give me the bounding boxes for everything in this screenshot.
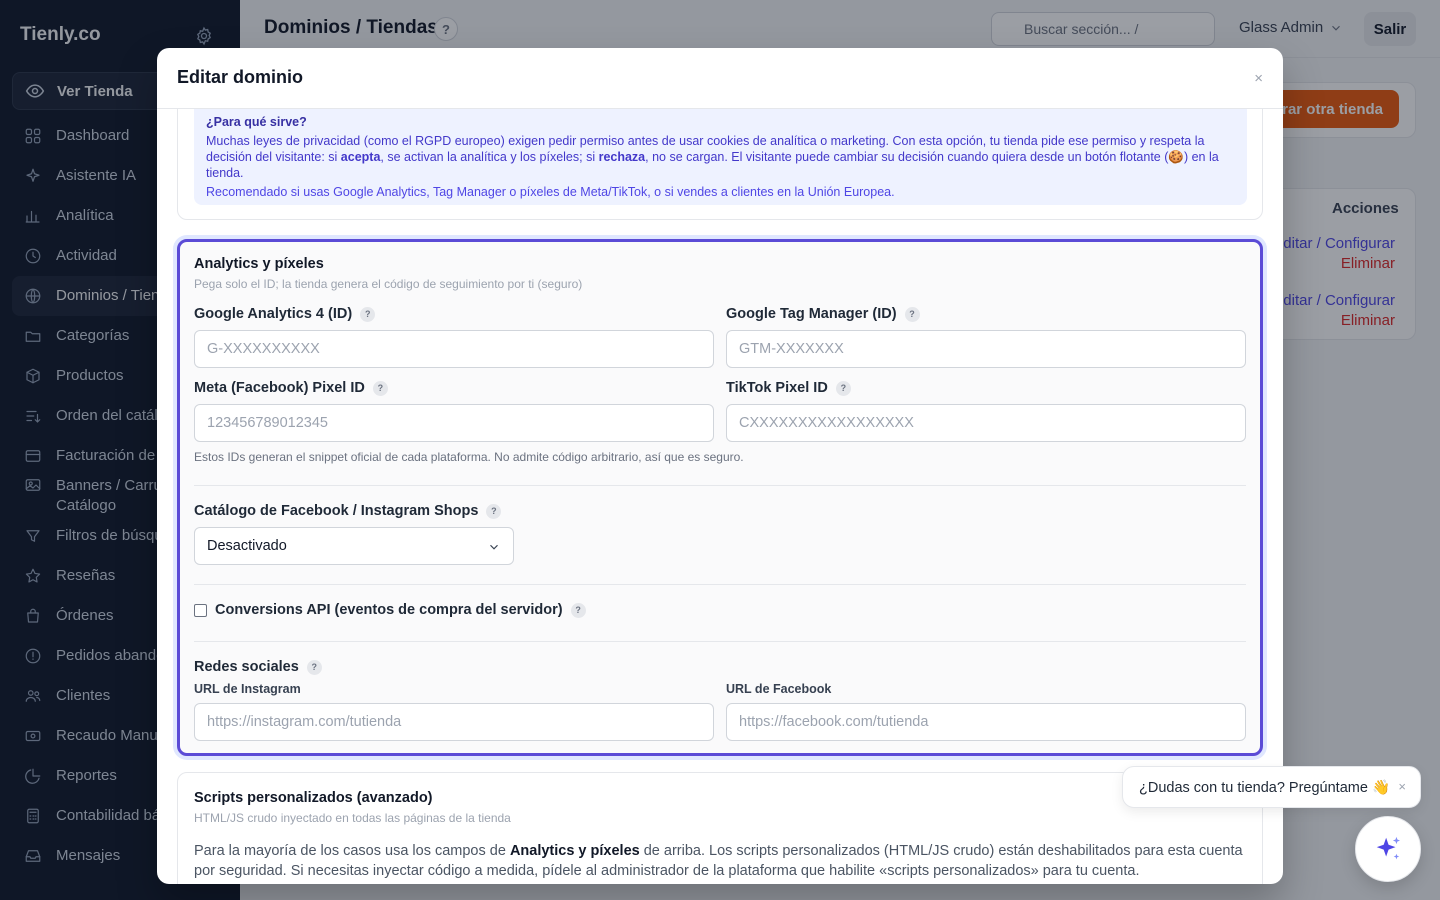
consent-recommendation: Recomendado si usas Google Analytics, Ta… (206, 185, 895, 199)
consent-question: ¿Para qué sirve? (206, 115, 307, 129)
scripts-title: Scripts personalizados (avanzado) (194, 790, 433, 806)
catalog-select-value: Desactivado (207, 538, 287, 554)
analytics-card: Analytics y píxeles Pega solo el ID; la … (177, 239, 1263, 756)
consent-description: Muchas leyes de privacidad (como el RGPD… (206, 134, 1219, 180)
sparkle-icon (1376, 836, 1400, 860)
consent-info-box: ¿Para qué sirve? Muchas leyes de privaci… (194, 109, 1247, 205)
ga4-input[interactable]: G-XXXXXXXXXX (194, 330, 714, 368)
divider (194, 584, 1246, 585)
analytics-title: Analytics y píxeles (194, 256, 324, 272)
help-icon[interactable]: ? (904, 306, 920, 322)
modal-title: Editar dominio (177, 67, 303, 87)
instagram-input[interactable]: https://instagram.com/tutienda (194, 703, 714, 741)
help-icon[interactable]: ? (835, 380, 851, 396)
divider (194, 641, 1246, 642)
facebook-label: URL de Facebook (726, 682, 832, 696)
facebook-input[interactable]: https://facebook.com/tutienda (726, 703, 1246, 741)
analytics-subtitle: Pega solo el ID; la tienda genera el cód… (194, 277, 583, 291)
help-icon[interactable]: ? (486, 503, 502, 519)
help-icon[interactable]: ? (306, 659, 322, 675)
ids-hint: Estos IDs generan el snippet oficial de … (194, 450, 744, 464)
modal-header: Editar dominio × (157, 48, 1283, 109)
consent-card: ¿Para qué sirve? Muchas leyes de privaci… (177, 109, 1263, 220)
social-label: Redes sociales? (194, 659, 322, 675)
scripts-subtitle: HTML/JS crudo inyectado en todas las pág… (194, 811, 511, 825)
edit-domain-modal: Editar dominio × ¿Para qué sirve? Muchas… (157, 48, 1283, 884)
help-icon[interactable]: ? (360, 306, 376, 322)
close-icon[interactable]: × (1254, 70, 1263, 87)
ga4-label: Google Analytics 4 (ID)? (194, 306, 376, 322)
scripts-card: Scripts personalizados (avanzado) HTML/J… (177, 772, 1263, 884)
help-icon[interactable]: ? (372, 380, 388, 396)
gtm-input[interactable]: GTM-XXXXXXX (726, 330, 1246, 368)
chat-prompt-text: ¿Dudas con tu tienda? Pregúntame 👋 (1139, 779, 1391, 796)
catalog-label: Catálogo de Facebook / Instagram Shops? (194, 503, 502, 519)
catalog-select[interactable]: Desactivado (194, 527, 514, 565)
divider (194, 485, 1246, 486)
help-icon[interactable]: ? (570, 602, 586, 618)
chevron-down-icon (490, 544, 498, 550)
meta-pixel-input[interactable]: 123456789012345 (194, 404, 714, 442)
meta-pixel-label: Meta (Facebook) Pixel ID? (194, 380, 388, 396)
chat-prompt-bubble[interactable]: ¿Dudas con tu tienda? Pregúntame 👋 × (1122, 766, 1421, 808)
capi-checkbox[interactable] (194, 604, 207, 617)
close-icon[interactable]: × (1398, 779, 1406, 794)
instagram-label: URL de Instagram (194, 682, 301, 696)
modal-body[interactable]: ¿Para qué sirve? Muchas leyes de privaci… (157, 109, 1283, 884)
tiktok-pixel-input[interactable]: CXXXXXXXXXXXXXXXXX (726, 404, 1246, 442)
scripts-description: Para la mayoría de los casos usa los cam… (194, 843, 1243, 879)
gtm-label: Google Tag Manager (ID)? (726, 306, 920, 322)
tiktok-pixel-label: TikTok Pixel ID? (726, 380, 851, 396)
ai-assistant-button[interactable] (1355, 816, 1421, 882)
capi-label[interactable]: Conversions API (eventos de compra del s… (215, 602, 586, 618)
